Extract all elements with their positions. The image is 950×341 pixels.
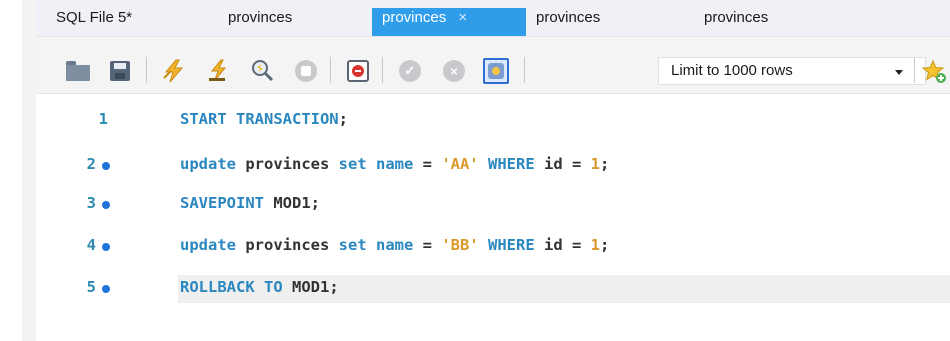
rollback-icon[interactable]: × bbox=[440, 57, 468, 85]
code-line-5[interactable]: 5 ROLLBACK TO MOD1; bbox=[36, 275, 950, 303]
statement-marker bbox=[102, 201, 110, 209]
toolbar-separator bbox=[524, 57, 525, 83]
tab-label: provinces bbox=[382, 9, 447, 26]
code-token: ; bbox=[600, 236, 610, 254]
line-number: 5 bbox=[86, 278, 96, 296]
code-token: START TRANSACTION bbox=[180, 110, 339, 128]
code-token: ; bbox=[338, 110, 348, 128]
statement-marker bbox=[102, 285, 110, 293]
code-text: update provinces set name = 'BB' WHERE i… bbox=[180, 236, 609, 254]
save-icon[interactable] bbox=[106, 57, 134, 85]
code-token: = bbox=[413, 155, 442, 173]
open-folder-icon[interactable] bbox=[64, 57, 92, 85]
code-token: ; bbox=[310, 194, 321, 212]
code-token: name bbox=[376, 236, 414, 254]
execute-current-icon[interactable] bbox=[204, 57, 232, 85]
statement-marker bbox=[102, 162, 110, 170]
toggle-error-stop-icon[interactable] bbox=[344, 57, 372, 85]
stop-execution-icon[interactable] bbox=[292, 57, 320, 85]
line-number: 2 bbox=[86, 155, 96, 173]
autocommit-toggle-icon[interactable] bbox=[482, 57, 510, 85]
tab-provinces-1[interactable]: provinces bbox=[218, 8, 302, 36]
explain-icon[interactable] bbox=[248, 57, 276, 85]
toolbar-separator bbox=[330, 57, 331, 83]
code-token: = bbox=[413, 236, 442, 254]
code-token: update bbox=[180, 155, 236, 173]
code-text: update provinces set name = 'AA' WHERE i… bbox=[180, 155, 609, 173]
code-token: provinces bbox=[236, 236, 339, 254]
statement-marker bbox=[102, 243, 110, 251]
toolbar-separator bbox=[382, 57, 383, 83]
code-token: 'BB' bbox=[441, 236, 479, 254]
chevron-down-icon bbox=[895, 70, 903, 75]
code-token: 1 bbox=[590, 155, 601, 173]
close-icon[interactable]: × bbox=[458, 8, 467, 28]
code-token: MOD1 bbox=[264, 194, 311, 212]
code-line-2[interactable]: 2 update provinces set name = 'AA' WHERE… bbox=[36, 152, 950, 180]
code-token: id = bbox=[534, 155, 591, 173]
tab-label: provinces bbox=[536, 9, 601, 26]
tab-sql-file-5[interactable]: SQL File 5* bbox=[46, 8, 142, 36]
code-text: ROLLBACK TO MOD1; bbox=[180, 278, 339, 296]
code-token: 1 bbox=[590, 236, 601, 254]
row-limit-value: Limit to 1000 rows bbox=[671, 62, 793, 79]
code-token: id = bbox=[534, 236, 591, 254]
code-token: set bbox=[338, 236, 367, 254]
code-token: WHERE bbox=[488, 155, 535, 173]
code-line-3[interactable]: 3 SAVEPOINT MOD1; bbox=[36, 191, 950, 219]
tab-provinces-active[interactable]: provinces × bbox=[372, 8, 526, 36]
sidebar-gutter bbox=[22, 0, 36, 341]
code-token: SAVEPOINT bbox=[180, 194, 264, 212]
tab-label: provinces bbox=[228, 9, 293, 26]
code-line-1[interactable]: 1 START TRANSACTION; bbox=[36, 107, 950, 135]
line-number: 3 bbox=[86, 194, 96, 212]
sql-editor[interactable]: 1 START TRANSACTION; 2 update provinces … bbox=[36, 95, 950, 341]
tab-label: SQL File 5* bbox=[56, 9, 133, 26]
code-token: update bbox=[180, 236, 236, 254]
editor-toolbar: ✓ × Limit to 1000 rows bbox=[36, 36, 950, 94]
query-tab-bar: SQL File 5* provinces provinces × provin… bbox=[36, 0, 950, 36]
execute-icon[interactable] bbox=[160, 57, 188, 85]
code-line-4[interactable]: 4 update provinces set name = 'BB' WHERE… bbox=[36, 233, 950, 261]
code-token: ; bbox=[329, 278, 339, 296]
code-text: SAVEPOINT MOD1; bbox=[180, 194, 320, 212]
code-token: ; bbox=[600, 155, 610, 173]
window-edge bbox=[0, 0, 22, 341]
code-token: ROLLBACK TO bbox=[180, 278, 283, 296]
add-snippet-icon[interactable] bbox=[920, 57, 948, 85]
code-token: MOD1 bbox=[282, 278, 330, 296]
code-token: provinces bbox=[236, 155, 339, 173]
tab-label: provinces bbox=[704, 9, 769, 26]
code-token: WHERE bbox=[488, 236, 535, 254]
code-token: name bbox=[376, 155, 414, 173]
commit-icon[interactable]: ✓ bbox=[396, 57, 424, 85]
toolbar-separator bbox=[146, 57, 147, 83]
code-token: 'AA' bbox=[441, 155, 479, 173]
code-token: set bbox=[338, 155, 367, 173]
row-limit-select[interactable]: Limit to 1000 rows bbox=[658, 57, 926, 85]
code-text: START TRANSACTION; bbox=[180, 110, 348, 128]
tab-provinces-4[interactable]: provinces bbox=[694, 8, 778, 36]
line-number: 4 bbox=[86, 236, 96, 254]
toolbar-separator bbox=[914, 57, 915, 83]
tab-provinces-3[interactable]: provinces bbox=[526, 8, 610, 36]
line-number: 1 bbox=[98, 110, 108, 128]
